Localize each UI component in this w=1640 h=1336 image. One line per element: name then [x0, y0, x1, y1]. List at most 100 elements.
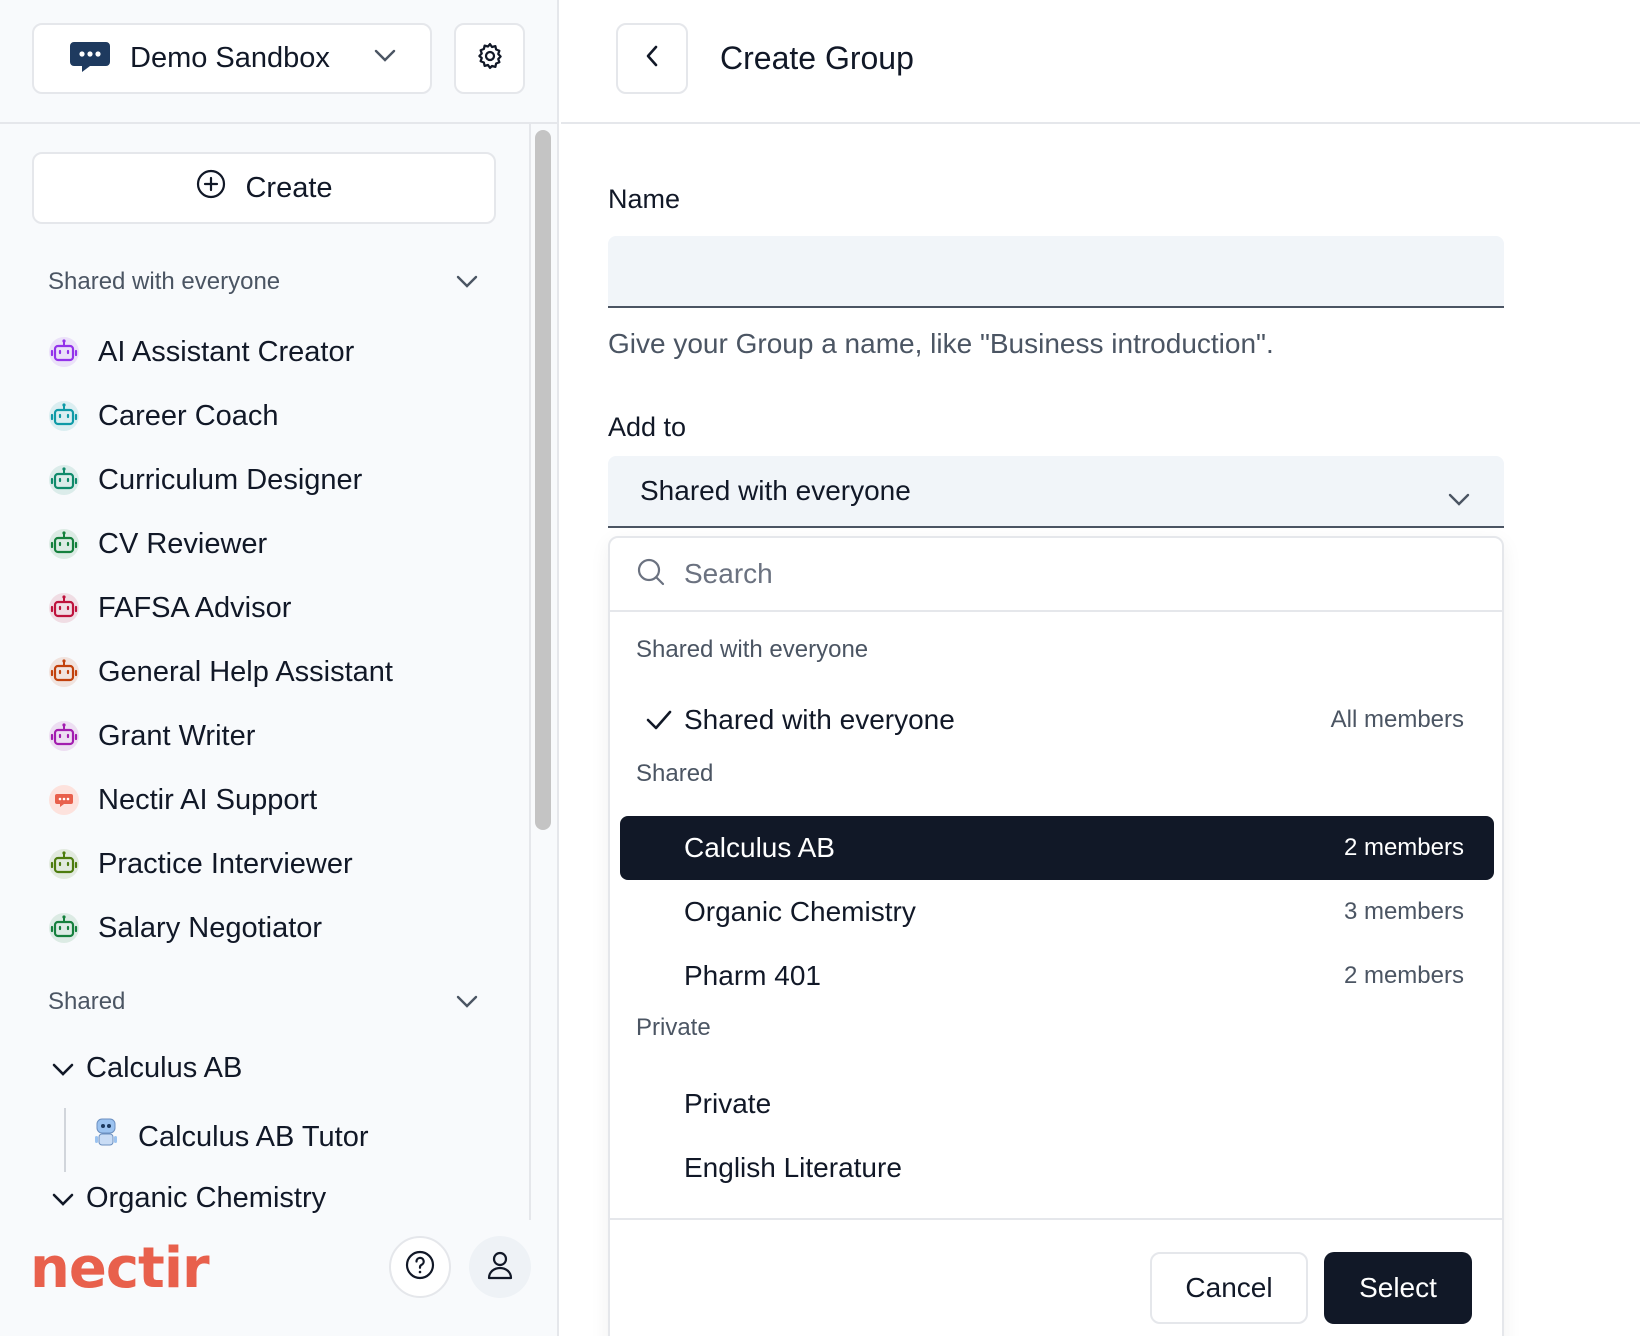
option-organic-chemistry[interactable]: Organic Chemistry 3 members — [620, 880, 1494, 944]
option-count: 2 members — [1343, 962, 1464, 989]
option-label: Pharm 401 — [684, 960, 821, 991]
robot-icon — [48, 848, 80, 880]
section-shared[interactable]: Shared — [48, 982, 478, 1022]
chat-bubble-icon — [68, 40, 112, 77]
bot-item[interactable]: General Help Assistant — [48, 650, 393, 694]
option-label: Private — [684, 1088, 772, 1119]
robot-avatar-icon — [92, 1116, 120, 1158]
dropdown-group-title: Private — [636, 1014, 711, 1041]
addto-label: Add to — [608, 412, 687, 442]
option-calculus-ab[interactable]: Calculus AB 2 members — [620, 816, 1494, 880]
bot-label: FAFSA Advisor — [98, 591, 292, 624]
workspace-selector[interactable]: Demo Sandbox — [32, 23, 432, 94]
option-english-literature[interactable]: English Literature — [620, 1136, 1494, 1200]
bot-label: AI Assistant Creator — [98, 335, 355, 368]
section-title: Shared — [48, 988, 126, 1015]
option-label: Organic Chemistry — [684, 896, 916, 927]
group-organic-chemistry[interactable]: Organic Chemistry — [52, 1182, 326, 1215]
bot-label: Curriculum Designer — [98, 463, 363, 496]
account-button[interactable] — [469, 1236, 531, 1298]
search-icon — [636, 557, 666, 592]
sidebar: Demo Sandbox Create Shared with everyone… — [0, 0, 559, 1336]
section-title: Shared with everyone — [48, 268, 281, 295]
section-shared-with-everyone[interactable]: Shared with everyone — [48, 262, 478, 302]
robot-icon — [48, 720, 80, 752]
bot-label: Grant Writer — [98, 719, 256, 752]
option-shared-with-everyone[interactable]: Shared with everyone All members — [620, 688, 1494, 752]
bot-item[interactable]: CV Reviewer — [48, 522, 267, 566]
bot-item[interactable]: Curriculum Designer — [48, 458, 362, 502]
user-icon — [486, 1250, 514, 1285]
bot-item[interactable]: Grant Writer — [48, 714, 255, 758]
sidebar-scrollbar[interactable] — [535, 130, 551, 830]
nectir-logo: nectir — [30, 1236, 210, 1301]
group-label: Organic Chemistry — [86, 1182, 327, 1214]
bot-label: Salary Negotiator — [98, 911, 323, 944]
chevron-down-icon — [374, 49, 396, 68]
help-button[interactable] — [389, 1236, 451, 1298]
bot-label: General Help Assistant — [98, 655, 393, 688]
bot-label: Practice Interviewer — [98, 847, 353, 880]
robot-icon — [48, 528, 80, 560]
addto-select[interactable]: Shared with everyone — [608, 456, 1504, 528]
bot-item[interactable]: FAFSA Advisor — [48, 586, 291, 630]
chevron-down-icon — [456, 988, 478, 1016]
bot-label: CV Reviewer — [98, 527, 268, 560]
chevron-down-icon — [456, 268, 478, 296]
check-icon — [646, 706, 672, 738]
cancel-button[interactable]: Cancel — [1150, 1252, 1308, 1324]
group-label: Calculus AB — [86, 1052, 243, 1084]
robot-icon — [48, 336, 80, 368]
name-helper-text: Give your Group a name, like "Business i… — [608, 328, 1274, 359]
bot-item[interactable]: Nectir AI Support — [48, 778, 317, 822]
back-button[interactable] — [616, 23, 688, 94]
sidebar-top-bar: Demo Sandbox — [0, 0, 557, 124]
chat-avatar-icon — [48, 784, 80, 816]
bot-item[interactable]: Practice Interviewer — [48, 842, 353, 886]
option-count: 2 members — [1343, 834, 1464, 861]
group-calculus-ab[interactable]: Calculus AB — [52, 1052, 242, 1085]
dropdown-search — [610, 538, 1502, 612]
sidebar-divider — [529, 124, 531, 1220]
tree-line — [64, 1108, 66, 1172]
robot-icon — [48, 400, 80, 432]
select-button[interactable]: Select — [1324, 1252, 1472, 1324]
addto-dropdown: Shared with everyone Shared with everyon… — [608, 536, 1504, 1336]
option-private[interactable]: Private — [620, 1072, 1494, 1136]
option-label: Calculus AB — [684, 832, 835, 863]
page-title: Create Group — [720, 40, 914, 76]
help-icon — [404, 1249, 436, 1286]
plus-circle-icon — [195, 168, 227, 208]
option-count: 3 members — [1343, 898, 1464, 925]
name-input[interactable] — [608, 236, 1504, 308]
settings-button[interactable] — [454, 23, 525, 94]
addto-value: Shared with everyone — [640, 475, 911, 506]
search-input[interactable] — [684, 558, 1464, 590]
chevron-left-icon — [645, 45, 659, 72]
bot-item[interactable]: Career Coach — [48, 394, 279, 438]
create-label: Create — [245, 171, 333, 204]
dropdown-group-title: Shared — [636, 760, 714, 787]
chevron-down-icon — [52, 1052, 74, 1085]
bot-label: Calculus AB Tutor — [138, 1120, 369, 1153]
option-label: English Literature — [684, 1152, 902, 1183]
bot-label: Nectir AI Support — [98, 783, 318, 816]
bot-item[interactable]: Salary Negotiator — [48, 906, 322, 950]
name-label: Name — [608, 184, 681, 214]
chevron-down-icon — [52, 1182, 74, 1215]
create-button[interactable]: Create — [32, 152, 496, 224]
dropdown-group-title: Shared with everyone — [636, 636, 869, 663]
dropdown-footer: Cancel Select — [610, 1218, 1502, 1336]
workspace-name: Demo Sandbox — [130, 42, 330, 74]
bot-calculus-ab-tutor[interactable]: Calculus AB Tutor — [92, 1116, 369, 1158]
gear-icon — [475, 41, 505, 76]
robot-icon — [48, 912, 80, 944]
option-pharm-401[interactable]: Pharm 401 2 members — [620, 944, 1494, 1008]
robot-icon — [48, 656, 80, 688]
bot-item[interactable]: AI Assistant Creator — [48, 330, 354, 374]
option-label: Shared with everyone — [684, 704, 955, 735]
option-count: All members — [1330, 706, 1464, 733]
robot-icon — [48, 464, 80, 496]
robot-icon — [48, 592, 80, 624]
chevron-down-icon — [1448, 482, 1470, 514]
